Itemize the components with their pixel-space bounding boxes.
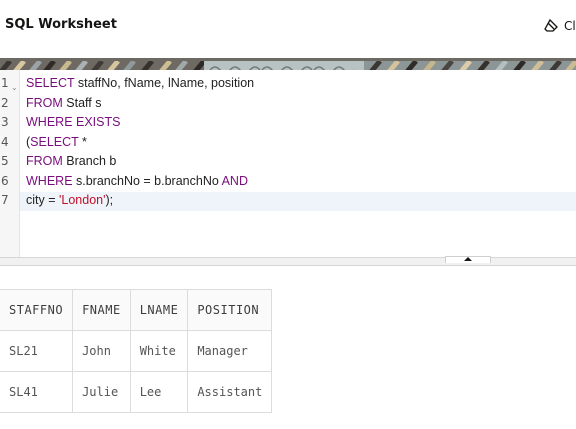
table-row: SL21 John White Manager xyxy=(0,330,273,372)
table-row: SL41 Julie Lee Assistant xyxy=(0,371,273,413)
column-header: STAFFNO xyxy=(0,289,74,331)
sql-keyword: SELECT xyxy=(26,76,75,90)
code-line[interactable]: city = 'London'); xyxy=(26,191,113,211)
line-number: 4 xyxy=(1,134,9,149)
table-cell: Assistant xyxy=(187,371,273,413)
sql-text: * xyxy=(78,134,87,149)
table-cell: White xyxy=(129,330,189,372)
sql-string: 'London' xyxy=(59,193,106,207)
table-cell: John xyxy=(72,330,131,372)
sql-text: city = xyxy=(26,193,59,207)
column-header: POSITION xyxy=(187,289,273,331)
sql-text: s.branchNo = b.branchNo xyxy=(72,173,222,188)
table-cell: SL21 xyxy=(0,330,74,372)
worksheet-header: SQL Worksheet Cl xyxy=(0,0,576,58)
sql-keyword: WHERE EXISTS xyxy=(26,115,121,129)
table-cell: Manager xyxy=(187,330,273,372)
sql-keyword: FROM xyxy=(26,154,63,168)
clear-button[interactable]: Cl xyxy=(544,14,576,38)
code-line[interactable]: WHERE s.branchNo = b.branchNo AND xyxy=(26,172,248,192)
sql-editor[interactable]: 1 ⌄ 2 3 4 5 6 7 SELECT staffNo, fName, lName, p… xyxy=(0,70,576,258)
sql-text: Branch b xyxy=(62,154,117,168)
line-number: 1 ⌄ xyxy=(0,74,18,94)
page-title: SQL Worksheet xyxy=(5,17,117,32)
line-number: 5 xyxy=(1,154,9,168)
sql-text: Staff s xyxy=(62,95,102,110)
code-line[interactable]: (SELECT * xyxy=(26,133,87,153)
column-header: FNAME xyxy=(72,289,131,331)
code-line[interactable]: FROM Staff s xyxy=(26,94,102,114)
code-line[interactable]: FROM Branch b xyxy=(26,152,116,172)
caret-up-icon xyxy=(464,257,472,261)
table-cell: Lee xyxy=(129,371,189,413)
sql-keyword: FROM xyxy=(26,95,63,110)
clear-button-label: Cl xyxy=(564,19,576,33)
line-number: 2 xyxy=(1,95,9,110)
line-number: 7 xyxy=(1,193,9,207)
sql-keyword: SELECT xyxy=(30,134,79,149)
query-results-table: STAFFNO FNAME LNAME POSITION SL21 John White M… xyxy=(0,289,273,413)
code-line[interactable]: SELECT staffNo, fName, lName, position xyxy=(26,74,254,94)
line-number: 3 xyxy=(1,115,9,129)
splitter-collapse-handle[interactable] xyxy=(445,256,491,263)
column-header: LNAME xyxy=(129,289,189,331)
table-header-row: STAFFNO FNAME LNAME POSITION xyxy=(0,289,273,331)
line-number: 6 xyxy=(1,173,9,188)
table-cell: Julie xyxy=(72,371,131,413)
sql-text: staffNo, fName, lName, position xyxy=(74,76,255,90)
decorative-banner xyxy=(0,58,576,70)
sql-keyword: AND xyxy=(221,173,248,188)
eraser-icon xyxy=(544,18,560,35)
sql-text: ); xyxy=(105,193,114,207)
code-line[interactable]: WHERE EXISTS xyxy=(26,113,120,133)
sql-keyword: WHERE xyxy=(26,173,73,188)
table-cell: SL41 xyxy=(0,371,74,413)
